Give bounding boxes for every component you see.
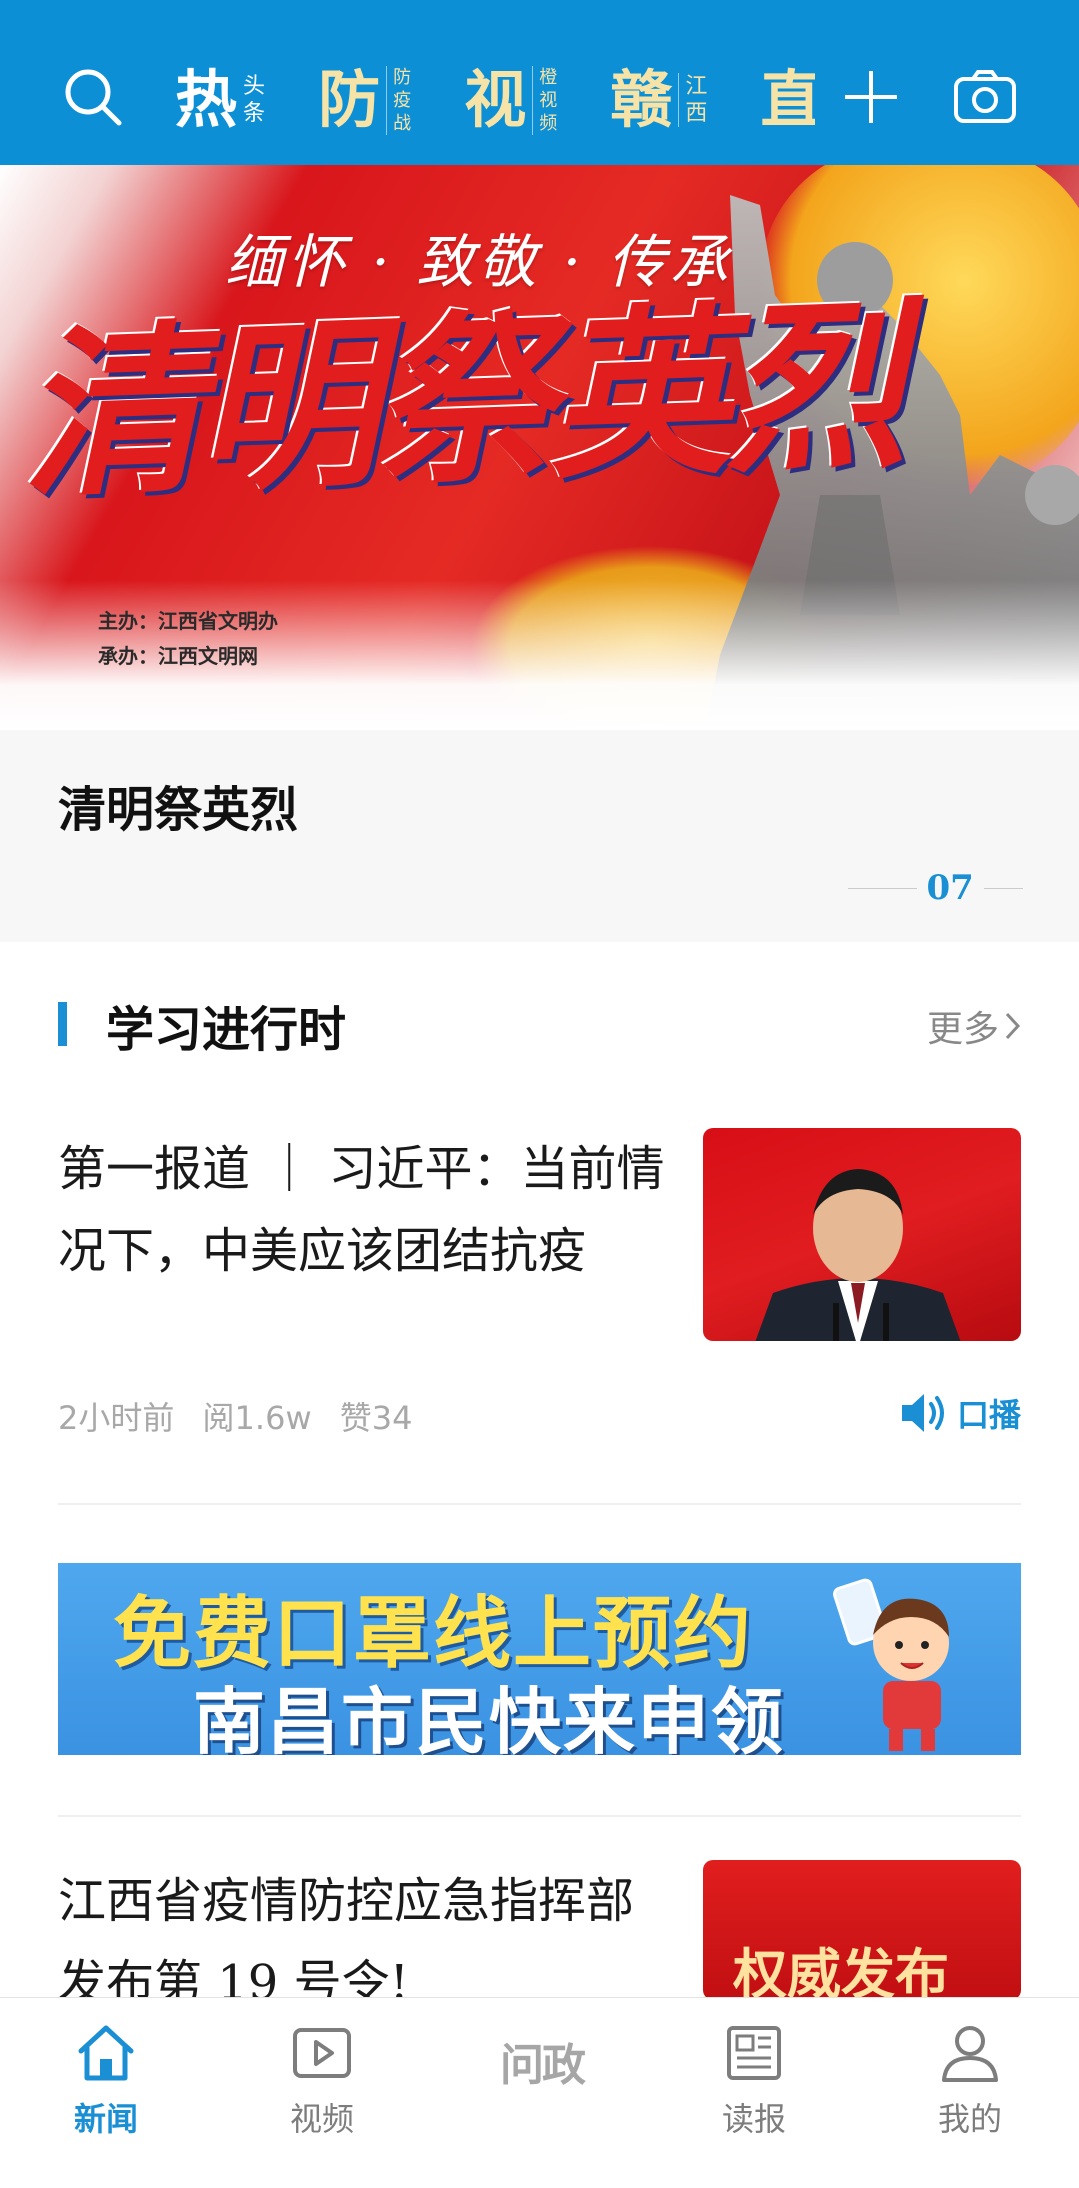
section-title: 学习进行时 — [106, 1002, 347, 1058]
carousel-page-number: 07 — [926, 868, 974, 908]
hero-banner[interactable]: 缅怀 · 致敬 · 传承 清明祭英烈 主办：江西省文明办 承办：江西文明网 — [0, 165, 1079, 730]
tab-news[interactable]: 新闻 — [36, 2018, 176, 2158]
user-icon — [942, 2026, 998, 2082]
search-button[interactable] — [58, 62, 128, 132]
news-reads: 阅1.6w — [202, 1399, 312, 1437]
section-accent-bar — [58, 1002, 67, 1046]
cartoon-boy-illustration — [833, 1578, 949, 1751]
home-icon — [78, 2025, 134, 2081]
tab-epidemic[interactable]: 防 防 疫 战 — [318, 60, 411, 140]
more-link[interactable]: 更多 — [927, 1000, 1023, 1052]
news-time: 2小时前 — [58, 1399, 175, 1437]
camera-icon — [954, 70, 1016, 123]
person-photo — [755, 1169, 961, 1341]
news-thumbnail — [703, 1128, 1021, 1341]
tab-live[interactable]: 直 — [760, 60, 815, 140]
broadcast-button[interactable]: 口播 — [899, 1390, 1021, 1436]
ad-banner[interactable]: 免费口罩线上预约 南昌市民快来申领 — [58, 1563, 1021, 1755]
top-nav-bar: 热 头 条 防 防 疫 战 视 橙 视 频 赣 江 西 直 — [0, 0, 1079, 165]
newspaper-icon — [727, 2026, 781, 2080]
divider — [58, 1815, 1021, 1817]
add-channel-button[interactable] — [836, 62, 906, 132]
banner-caption[interactable]: 清明祭英烈 07 — [0, 730, 1079, 942]
news-meta: 2小时前 阅1.6w 赞34 — [58, 1393, 431, 1439]
banner-title: 清明祭英烈 — [16, 277, 904, 523]
tab-video[interactable]: 视 橙 视 频 — [464, 60, 557, 140]
tab-jiangxi[interactable]: 赣 江 西 — [610, 60, 707, 140]
news-thumbnail: 权威发布 — [703, 1860, 1021, 2000]
divider — [58, 1503, 1021, 1505]
search-icon — [65, 69, 122, 126]
banner-caption-title: 清明祭英烈 — [58, 782, 299, 838]
news-item[interactable]: 第一报道 ｜ 习近平：当前情况下，中美应该团结抗疫 2小时前 阅1.6w 赞34… — [58, 1128, 1021, 1458]
camera-button[interactable] — [950, 62, 1020, 132]
channel-tabs: 热 头 条 防 防 疫 战 视 橙 视 频 赣 江 西 直 — [175, 60, 815, 140]
tab-video[interactable]: 视频 — [252, 2018, 392, 2158]
video-icon — [293, 2028, 351, 2078]
section-header: 学习进行时 更多 — [0, 990, 1079, 1060]
tab-newspaper[interactable]: 读报 — [684, 2018, 824, 2158]
ad-subheadline: 南昌市民快来申领 — [193, 1680, 786, 1755]
tab-headline[interactable]: 热 头 条 — [175, 60, 265, 140]
bottom-tab-bar: 新闻 视频 问政 读报 我的 — [0, 1997, 1079, 2188]
banner-organizer: 承办：江西文明网 — [98, 644, 258, 668]
plus-icon — [845, 71, 897, 123]
news-headline: 第一报道 ｜ 习近平：当前情况下，中美应该团结抗疫 — [58, 1141, 665, 1279]
tab-wenzheng[interactable]: 问政 — [487, 2006, 597, 2116]
speaker-icon — [901, 1394, 944, 1432]
tab-mine[interactable]: 我的 — [900, 2018, 1040, 2158]
carousel-indicator: 07 — [848, 868, 1023, 908]
chevron-right-icon — [1005, 1012, 1021, 1040]
news-item[interactable]: 江西省疫情防控应急指挥部发布第 19 号令! 权威发布 — [58, 1860, 1021, 2011]
news-likes: 赞34 — [339, 1399, 413, 1437]
banner-host: 主办：江西省文明办 — [98, 609, 278, 633]
thumbnail-caption: 权威发布 — [733, 1943, 949, 2000]
